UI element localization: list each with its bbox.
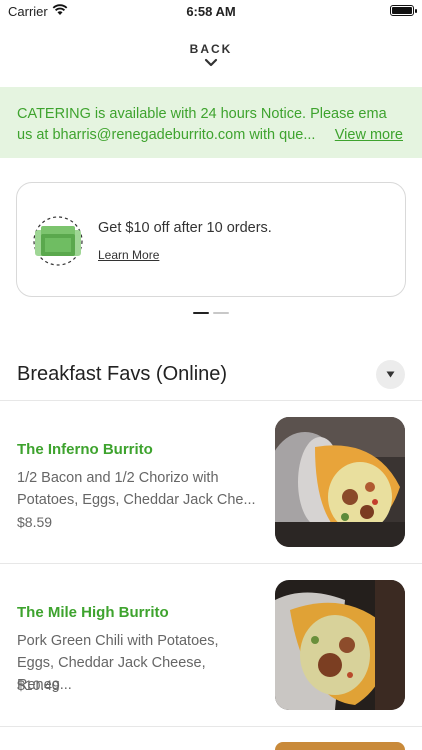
back-button[interactable]: BACK [0,42,422,68]
catering-banner: CATERING is available with 24 hours Noti… [0,87,422,158]
burrito-photo [275,580,405,710]
divider [0,726,422,727]
page-indicator[interactable] [0,312,422,314]
item-price: $10.49 [17,677,60,693]
item-name: The Inferno Burrito [17,441,153,458]
item-description: 1/2 Bacon and 1/2 Chorizo with Potatoes,… [17,470,256,508]
section-title: Breakfast Favs (Online) [17,363,228,385]
section-collapse-button[interactable] [376,360,405,389]
burrito-photo [275,417,405,547]
battery-icon [390,5,417,16]
learn-more-link[interactable]: Learn More [98,248,159,262]
item-price: $8.59 [17,514,53,530]
back-label: BACK [189,42,233,56]
status-bar: Carrier 6:58 AM [0,0,422,22]
caret-down-icon [386,371,395,378]
item-name: The Mile High Burrito [17,604,169,621]
clock: 6:58 AM [186,4,236,19]
box-icon [33,216,83,266]
menu-item[interactable]: The Mile High Burrito Pork Green Chili w… [0,564,422,726]
page-dot[interactable] [213,312,229,314]
chevron-down-icon [204,58,218,67]
promo-card[interactable]: Get $10 off after 10 orders. Learn More [16,182,406,297]
view-more-link[interactable]: View more [335,125,403,146]
page-dot-active[interactable] [193,312,209,314]
promo-title: Get $10 off after 10 orders. [98,220,272,236]
menu-item[interactable]: The Inferno Burrito 1/2 Bacon and 1/2 Ch… [0,401,422,563]
burrito-photo [275,742,405,750]
